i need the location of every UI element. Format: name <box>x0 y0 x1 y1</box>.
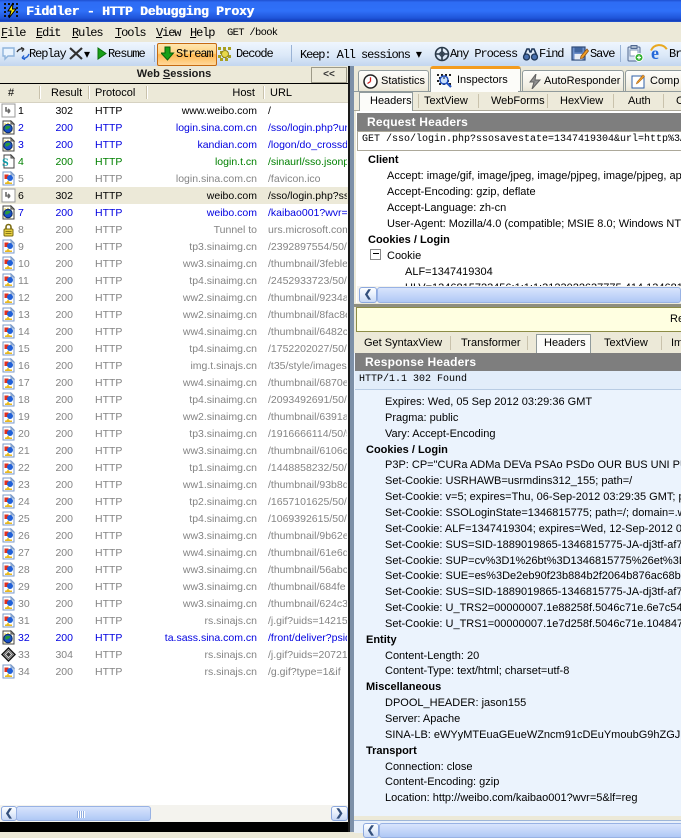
svg-text:S: S <box>2 155 9 169</box>
